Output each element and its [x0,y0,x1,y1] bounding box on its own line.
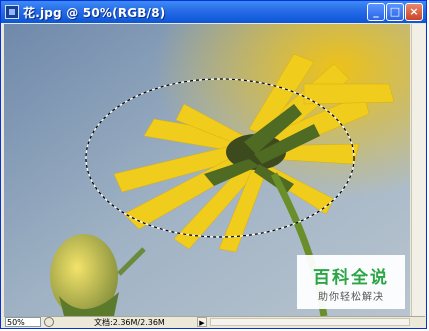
window-title: 花.jpg @ 50%(RGB/8) [23,6,166,20]
status-menu-arrow[interactable]: ▶ [197,317,207,327]
vertical-scrollbar[interactable] [411,24,425,316]
horizontal-scrollbar[interactable] [210,318,410,326]
photoshop-document-window: 花.jpg @ 50%(RGB/8) _ □ × 百科全说 助你轻松解决 50%… [0,0,427,329]
title-bar[interactable]: 花.jpg @ 50%(RGB/8) _ □ × [1,1,426,23]
document-size-info: 文档:2.36M/2.36M [94,318,165,327]
minimize-icon: _ [373,5,379,18]
maximize-button[interactable]: □ [386,3,404,21]
watermark-subtitle: 助你轻松解决 [318,292,384,303]
watermark-title: 百科全说 [313,268,389,288]
navigator-icon[interactable] [44,317,54,327]
maximize-icon: □ [389,5,401,18]
minimize-button[interactable]: _ [367,3,385,21]
zoom-level-field[interactable]: 50% [5,317,41,327]
watermark-badge: 百科全说 助你轻松解决 [297,255,405,309]
photoshop-doc-icon[interactable] [5,5,19,19]
status-bar: 50% 文档:2.36M/2.36M ▶ [4,316,425,328]
close-button[interactable]: × [405,3,423,21]
close-icon: × [409,5,419,18]
